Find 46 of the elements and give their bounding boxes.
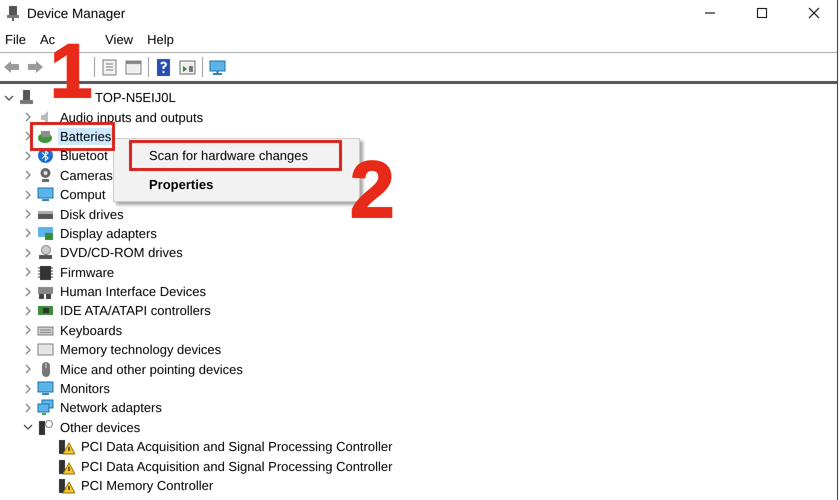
tree-item[interactable]: Batteries	[58, 128, 114, 145]
monitor-icon	[37, 186, 54, 204]
tree-item[interactable]: IDE ATA/ATAPI controllers	[58, 302, 213, 320]
tree-item[interactable]: TOP-N5EIJ0L	[93, 89, 178, 106]
tree-item[interactable]: Network adapters	[58, 399, 164, 416]
tree-item[interactable]: DVD/CD-ROM drives	[58, 244, 185, 262]
tree-item[interactable]: PCI Memory Controller	[79, 477, 216, 494]
help-icon[interactable]	[154, 58, 173, 76]
tree-item[interactable]: Firmware	[58, 264, 116, 281]
tree-item[interactable]: Bluetoot	[58, 147, 110, 164]
tree-item[interactable]: Mice and other pointing devices	[58, 360, 245, 378]
tree-item[interactable]: Cameras	[58, 166, 115, 184]
network-icon	[37, 399, 54, 416]
computer-icon	[18, 89, 35, 106]
tree-item[interactable]: Other devices	[58, 418, 142, 436]
tree-item[interactable]: Monitors	[58, 380, 112, 398]
tree-item[interactable]: PCI Data Acquisition and Signal Processing Controller	[79, 438, 394, 456]
tree-item[interactable]: Memory technology devices	[58, 341, 224, 358]
memory-card-icon	[37, 341, 54, 358]
warning-device-icon	[58, 438, 75, 456]
tree-item[interactable]: Display adapters	[58, 224, 159, 242]
monitor-icon	[37, 380, 54, 398]
menu-item[interactable]: File	[3, 32, 28, 46]
window-icon[interactable]	[124, 58, 143, 76]
console-icon[interactable]	[178, 58, 197, 76]
tree-item[interactable]: Keyboards	[58, 322, 124, 339]
tree-item[interactable]: Human Interface Devices	[58, 283, 208, 300]
close-icon	[808, 7, 820, 19]
tree-item[interactable]: Comput	[58, 186, 108, 204]
window-title: Device Manager	[27, 6, 126, 20]
warning-device-icon	[58, 458, 75, 475]
step-number: 2	[350, 150, 394, 230]
unknown-device-icon	[37, 418, 54, 436]
maximize-icon	[756, 7, 768, 19]
monitor-icon[interactable]	[208, 58, 227, 76]
chip-icon	[37, 264, 54, 281]
menu-item[interactable]: View	[103, 32, 136, 46]
menu-item[interactable]: Help	[145, 32, 176, 46]
display-adapter-icon	[37, 224, 54, 242]
computer-icon	[5, 5, 21, 21]
tree-item[interactable]: Audio inputs and outputs	[58, 108, 206, 126]
properties-icon[interactable]	[100, 58, 119, 76]
warning-device-icon	[58, 477, 75, 494]
tree-item[interactable]: PCI Data Acquisition and Signal Processing Controller	[79, 458, 394, 475]
disc-drive-icon	[37, 244, 54, 262]
tree-item[interactable]: Disk drives	[58, 206, 126, 223]
